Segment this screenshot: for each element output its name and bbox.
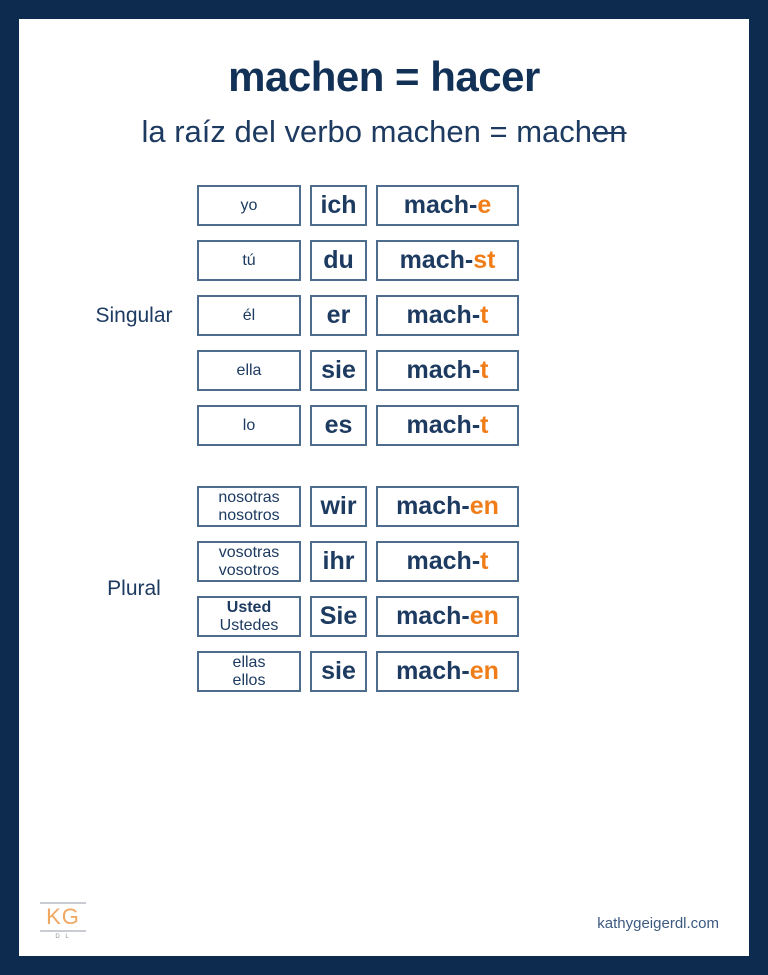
worksheet-page: machen = hacer la raíz del verbo machen …	[0, 0, 768, 975]
table-row: él er mach-t	[197, 295, 749, 337]
german-pronoun-cell: ihr	[310, 541, 367, 583]
verb-ending: e	[477, 191, 492, 220]
conjugated-verb-cell: mach-e	[376, 185, 519, 227]
german-pronoun-cell: sie	[310, 350, 367, 392]
german-pronoun-cell: sie	[310, 651, 367, 693]
section-label-plural: Plural	[107, 577, 161, 601]
table-row: tú du mach-st	[197, 240, 749, 282]
spanish-pronoun-line2: ellos	[232, 671, 266, 689]
conjugated-verb-cell: mach-en	[376, 596, 519, 638]
subtitle-prefix: la raíz del verbo machen = mach	[141, 114, 593, 150]
conjugated-verb-cell: mach-t	[376, 295, 519, 337]
rows-singular: yo ich mach-e tú du mach-st él er mach- …	[197, 185, 749, 447]
german-pronoun-cell: Sie	[310, 596, 367, 638]
conjugated-verb-cell: mach-en	[376, 651, 519, 693]
table-row: nosotras nosotros wir mach-en	[197, 486, 749, 528]
spanish-pronoun-cell: lo	[197, 405, 301, 447]
spanish-pronoun-line1: él	[242, 307, 256, 325]
german-pronoun-cell: wir	[310, 486, 367, 528]
conjugation-tables: Singular yo ich mach-e tú du mach- st él…	[19, 185, 749, 693]
spanish-pronoun-cell: nosotras nosotros	[197, 486, 301, 528]
spanish-pronoun-cell: vosotras vosotros	[197, 541, 301, 583]
subtitle: la raíz del verbo machen = machen	[19, 115, 749, 149]
spanish-pronoun-line1: yo	[240, 197, 258, 215]
verb-stem: mach-	[403, 191, 478, 220]
verb-ending: st	[473, 246, 496, 275]
section-label-singular: Singular	[95, 303, 173, 327]
spanish-pronoun-line1: lo	[242, 417, 256, 435]
german-pronoun-cell: es	[310, 405, 367, 447]
spanish-pronoun-line2: Ustedes	[219, 616, 279, 634]
website-url[interactable]: kathygeigerdl.com	[597, 915, 719, 932]
page-title: machen = hacer	[228, 53, 540, 100]
spanish-pronoun-cell: yo	[197, 185, 301, 227]
verb-stem: mach-	[399, 246, 474, 275]
verb-ending: en	[469, 492, 499, 521]
verb-stem: mach-	[406, 301, 481, 330]
spanish-pronoun-cell: ella	[197, 350, 301, 392]
rows-plural: nosotras nosotros wir mach-en vosotras v…	[197, 486, 749, 693]
spanish-pronoun-line1: tú	[242, 252, 256, 270]
verb-ending: t	[480, 356, 489, 385]
german-pronoun-cell: du	[310, 240, 367, 282]
brand-logo: KG D L	[40, 901, 86, 940]
spanish-pronoun-cell: tú	[197, 240, 301, 282]
spanish-pronoun-cell: Usted Ustedes	[197, 596, 301, 638]
section-singular: Singular yo ich mach-e tú du mach- st él…	[19, 185, 749, 447]
verb-stem: mach-	[406, 356, 481, 385]
spanish-pronoun-line2: nosotros	[218, 506, 280, 524]
worksheet-sheet: machen = hacer la raíz del verbo machen …	[19, 19, 749, 956]
verb-ending: t	[480, 411, 489, 440]
verb-ending: t	[480, 547, 489, 576]
spanish-pronoun-line1: Usted	[226, 599, 272, 617]
conjugated-verb-cell: mach-st	[376, 240, 519, 282]
verb-stem: mach-	[406, 547, 481, 576]
spanish-pronoun-cell: él	[197, 295, 301, 337]
conjugated-verb-cell: mach-t	[376, 350, 519, 392]
conjugated-verb-cell: mach-t	[376, 405, 519, 447]
conjugated-verb-cell: mach-en	[376, 486, 519, 528]
table-row: yo ich mach-e	[197, 185, 749, 227]
spanish-pronoun-line1: ellas	[232, 654, 266, 672]
german-pronoun-cell: ich	[310, 185, 367, 227]
table-row: lo es mach-t	[197, 405, 749, 447]
spanish-pronoun-line2: vosotros	[218, 561, 280, 579]
table-row: ellas ellos sie mach-en	[197, 651, 749, 693]
verb-stem: mach-	[396, 657, 470, 686]
spanish-pronoun-line1: nosotras	[218, 489, 280, 507]
verb-stem: mach-	[406, 411, 481, 440]
verb-stem: mach-	[396, 602, 470, 631]
german-pronoun-cell: er	[310, 295, 367, 337]
verb-ending: en	[469, 602, 499, 631]
table-row: Usted Ustedes Sie mach-en	[197, 596, 749, 638]
conjugated-verb-cell: mach-t	[376, 541, 519, 583]
spanish-pronoun-line1: ella	[236, 362, 262, 380]
spanish-pronoun-line1: vosotras	[218, 544, 280, 562]
spanish-pronoun-cell: ellas ellos	[197, 651, 301, 693]
verb-ending: t	[480, 301, 489, 330]
logo-initials: KG	[46, 903, 80, 929]
verb-ending: en	[469, 657, 499, 686]
verb-stem: mach-	[396, 492, 470, 521]
section-plural: Plural nosotras nosotros wir mach-en vos…	[19, 486, 749, 693]
logo-subtitle: D L	[55, 934, 71, 940]
table-row: ella sie mach-t	[197, 350, 749, 392]
subtitle-struck-ending: en	[592, 114, 627, 150]
footer: KG D L kathygeigerdl.com	[19, 882, 749, 942]
table-row: vosotras vosotros ihr mach-t	[197, 541, 749, 583]
